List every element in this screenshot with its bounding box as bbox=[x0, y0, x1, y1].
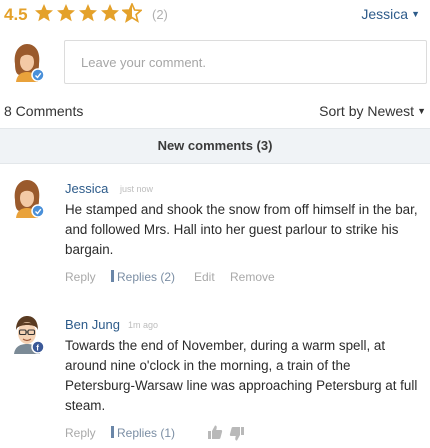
reply-link[interactable]: Reply bbox=[65, 270, 96, 284]
rating-bar: 4.5 (2) Jessica ▼ bbox=[0, 0, 430, 30]
avatar bbox=[14, 180, 45, 218]
replies-link[interactable]: Replies (1) bbox=[111, 426, 175, 440]
avatar bbox=[14, 44, 45, 82]
star-icon[interactable] bbox=[34, 3, 54, 23]
user-menu[interactable]: Jessica ▼ bbox=[361, 6, 420, 22]
replies-label: Replies (1) bbox=[117, 426, 176, 440]
comment-actions: Reply Replies (2) Edit Remove bbox=[65, 270, 423, 286]
rating-stars[interactable] bbox=[34, 3, 142, 23]
star-icon[interactable] bbox=[56, 3, 76, 23]
thumbs-down-icon[interactable] bbox=[229, 426, 245, 442]
comment-timestamp: just now bbox=[120, 184, 154, 194]
remove-link[interactable]: Remove bbox=[230, 270, 275, 284]
replies-label: Replies (2) bbox=[117, 270, 176, 284]
star-icon[interactable] bbox=[78, 3, 98, 23]
comment-text: Towards the end of November, during a wa… bbox=[65, 338, 418, 413]
replies-link[interactable]: Replies (2) bbox=[111, 270, 175, 284]
sort-label: Sort by Newest bbox=[319, 103, 415, 119]
comments-count: 8 Comments bbox=[4, 103, 84, 119]
rating-count: (2) bbox=[152, 7, 168, 22]
replies-bar-icon bbox=[111, 270, 114, 282]
comment-author[interactable]: Ben Jung bbox=[65, 317, 120, 332]
caret-down-icon: ▼ bbox=[411, 9, 420, 19]
sort-dropdown[interactable]: Sort by Newest ▼ bbox=[319, 103, 426, 119]
svg-text:f: f bbox=[36, 344, 39, 353]
rating-score: 4.5 bbox=[4, 5, 28, 24]
reply-link[interactable]: Reply bbox=[65, 426, 96, 440]
new-comments-button[interactable]: New comments (3) bbox=[0, 128, 430, 164]
comment-author[interactable]: Jessica bbox=[65, 181, 108, 196]
star-half-icon[interactable] bbox=[122, 3, 142, 23]
thumbs-up-icon[interactable] bbox=[207, 424, 223, 440]
comment-item: Jessica just now He stamped and shook th… bbox=[0, 176, 430, 286]
comment-timestamp: 1m ago bbox=[128, 320, 159, 330]
comment-input-placeholder: Leave your comment. bbox=[81, 55, 207, 70]
comment-item: f Ben Jung 1m ago Towards the end of Nov… bbox=[0, 312, 430, 442]
star-icon[interactable] bbox=[100, 3, 120, 23]
comment-input[interactable]: Leave your comment. bbox=[64, 40, 427, 84]
caret-down-icon: ▼ bbox=[417, 106, 426, 116]
edit-link[interactable]: Edit bbox=[194, 270, 215, 284]
user-name: Jessica bbox=[361, 6, 409, 22]
avatar: f bbox=[14, 316, 45, 354]
replies-bar-icon bbox=[111, 426, 114, 438]
comment-actions: Reply Replies (1) bbox=[65, 424, 423, 442]
comments-toolbar: 8 Comments Sort by Newest ▼ bbox=[0, 101, 430, 121]
new-comments-label: New comments (3) bbox=[157, 138, 273, 153]
comment-text: He stamped and shook the snow from off h… bbox=[65, 202, 418, 257]
